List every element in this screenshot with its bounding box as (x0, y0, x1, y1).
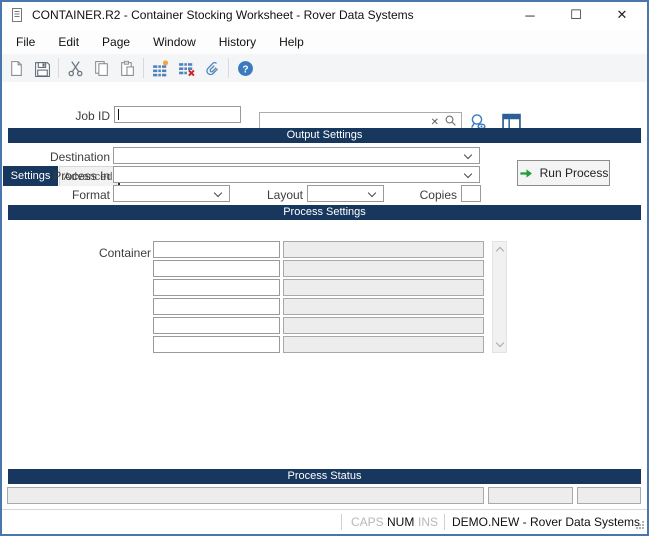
copies-input[interactable] (461, 185, 481, 202)
session-label: DEMO.NEW - Rover Data Systems (452, 510, 640, 534)
run-arrow-icon (519, 166, 534, 181)
layout-dropdown[interactable] (307, 185, 384, 202)
container-detail-4 (283, 298, 484, 315)
container-detail-6 (283, 336, 484, 353)
container-detail-1 (283, 241, 484, 258)
container-input-2[interactable] (153, 260, 280, 277)
process-status-header: Process Status (8, 469, 641, 484)
run-process-button[interactable]: Run Process (517, 160, 610, 186)
toolbar-separator (228, 58, 229, 78)
maximize-button[interactable]: ☐ (553, 0, 599, 30)
caps-indicator: CAPS (351, 510, 384, 534)
container-detail-2 (283, 260, 484, 277)
format-label: Format (0, 188, 110, 202)
output-settings-header: Output Settings (8, 128, 641, 143)
container-detail-5 (283, 317, 484, 334)
resize-grip[interactable] (636, 521, 645, 530)
statusbar-separator (444, 514, 445, 530)
window-controls: ─ ☐ ✕ (507, 0, 645, 30)
copies-label: Copies (385, 188, 457, 202)
tab-strip: Settings Advanced (0, 82, 649, 106)
container-detail-3 (283, 279, 484, 296)
num-indicator: NUM (387, 510, 414, 534)
help-icon[interactable]: ? (232, 56, 258, 80)
close-button[interactable]: ✕ (599, 0, 645, 30)
title-bar: CONTAINER.R2 - Container Stocking Worksh… (0, 0, 649, 30)
scroll-up-icon[interactable] (496, 247, 504, 255)
clear-search-icon[interactable]: ✕ (427, 117, 443, 128)
job-id-label: Job ID (0, 109, 110, 123)
menu-help[interactable]: Help (276, 33, 307, 51)
toolbar: ? ✕ (0, 54, 649, 82)
menu-page[interactable]: Page (99, 33, 133, 51)
menu-window[interactable]: Window (150, 33, 199, 51)
copy-icon[interactable] (88, 56, 114, 80)
app-window: CONTAINER.R2 - Container Stocking Worksh… (0, 0, 649, 536)
process-settings-header: Process Settings (8, 205, 641, 220)
container-label: Container (41, 246, 151, 260)
menu-edit[interactable]: Edit (55, 33, 82, 51)
container-scrollbar[interactable] (492, 241, 507, 353)
destination-label: Destination (0, 150, 110, 164)
svg-text:?: ? (242, 64, 248, 75)
minimize-button[interactable]: ─ (507, 0, 553, 30)
process-status-field-2 (488, 487, 573, 504)
toolbar-icons: ? (3, 54, 258, 82)
job-id-input[interactable] (114, 106, 241, 123)
run-process-label: Run Process (540, 166, 609, 180)
delete-rows-icon[interactable] (173, 56, 199, 80)
scroll-down-icon[interactable] (496, 339, 504, 347)
toolbar-separator (58, 58, 59, 78)
container-input-1[interactable] (153, 241, 280, 258)
format-dropdown[interactable] (113, 185, 230, 202)
layout-label: Layout (233, 188, 303, 202)
text-caret (118, 109, 119, 120)
destination-dropdown[interactable] (113, 147, 480, 164)
window-title: CONTAINER.R2 - Container Stocking Worksh… (32, 0, 414, 30)
container-input-6[interactable] (153, 336, 280, 353)
chevron-down-icon (214, 189, 222, 197)
attachment-icon[interactable] (199, 56, 225, 80)
process-in-label: Process In (0, 169, 110, 183)
status-bar: CAPS NUM INS DEMO.NEW - Rover Data Syste… (0, 509, 649, 534)
container-input-5[interactable] (153, 317, 280, 334)
container-input-3[interactable] (153, 279, 280, 296)
process-status-field-1 (7, 487, 484, 504)
menu-file[interactable]: File (13, 33, 38, 51)
new-document-icon[interactable] (3, 56, 29, 80)
process-status-field-3 (577, 487, 641, 504)
insert-rows-icon[interactable] (147, 56, 173, 80)
container-input-4[interactable] (153, 298, 280, 315)
statusbar-separator (341, 514, 342, 530)
chevron-down-icon (368, 189, 376, 197)
ins-indicator: INS (418, 510, 438, 534)
chevron-down-icon (464, 151, 472, 159)
window-document-icon (9, 7, 25, 23)
cut-icon[interactable] (62, 56, 88, 80)
toolbar-separator (143, 58, 144, 78)
menu-history[interactable]: History (216, 33, 259, 51)
chevron-down-icon (464, 170, 472, 178)
menu-bar: File Edit Page Window History Help (0, 30, 649, 54)
save-icon[interactable] (29, 56, 55, 80)
paste-icon[interactable] (114, 56, 140, 80)
process-in-dropdown[interactable] (113, 166, 480, 183)
